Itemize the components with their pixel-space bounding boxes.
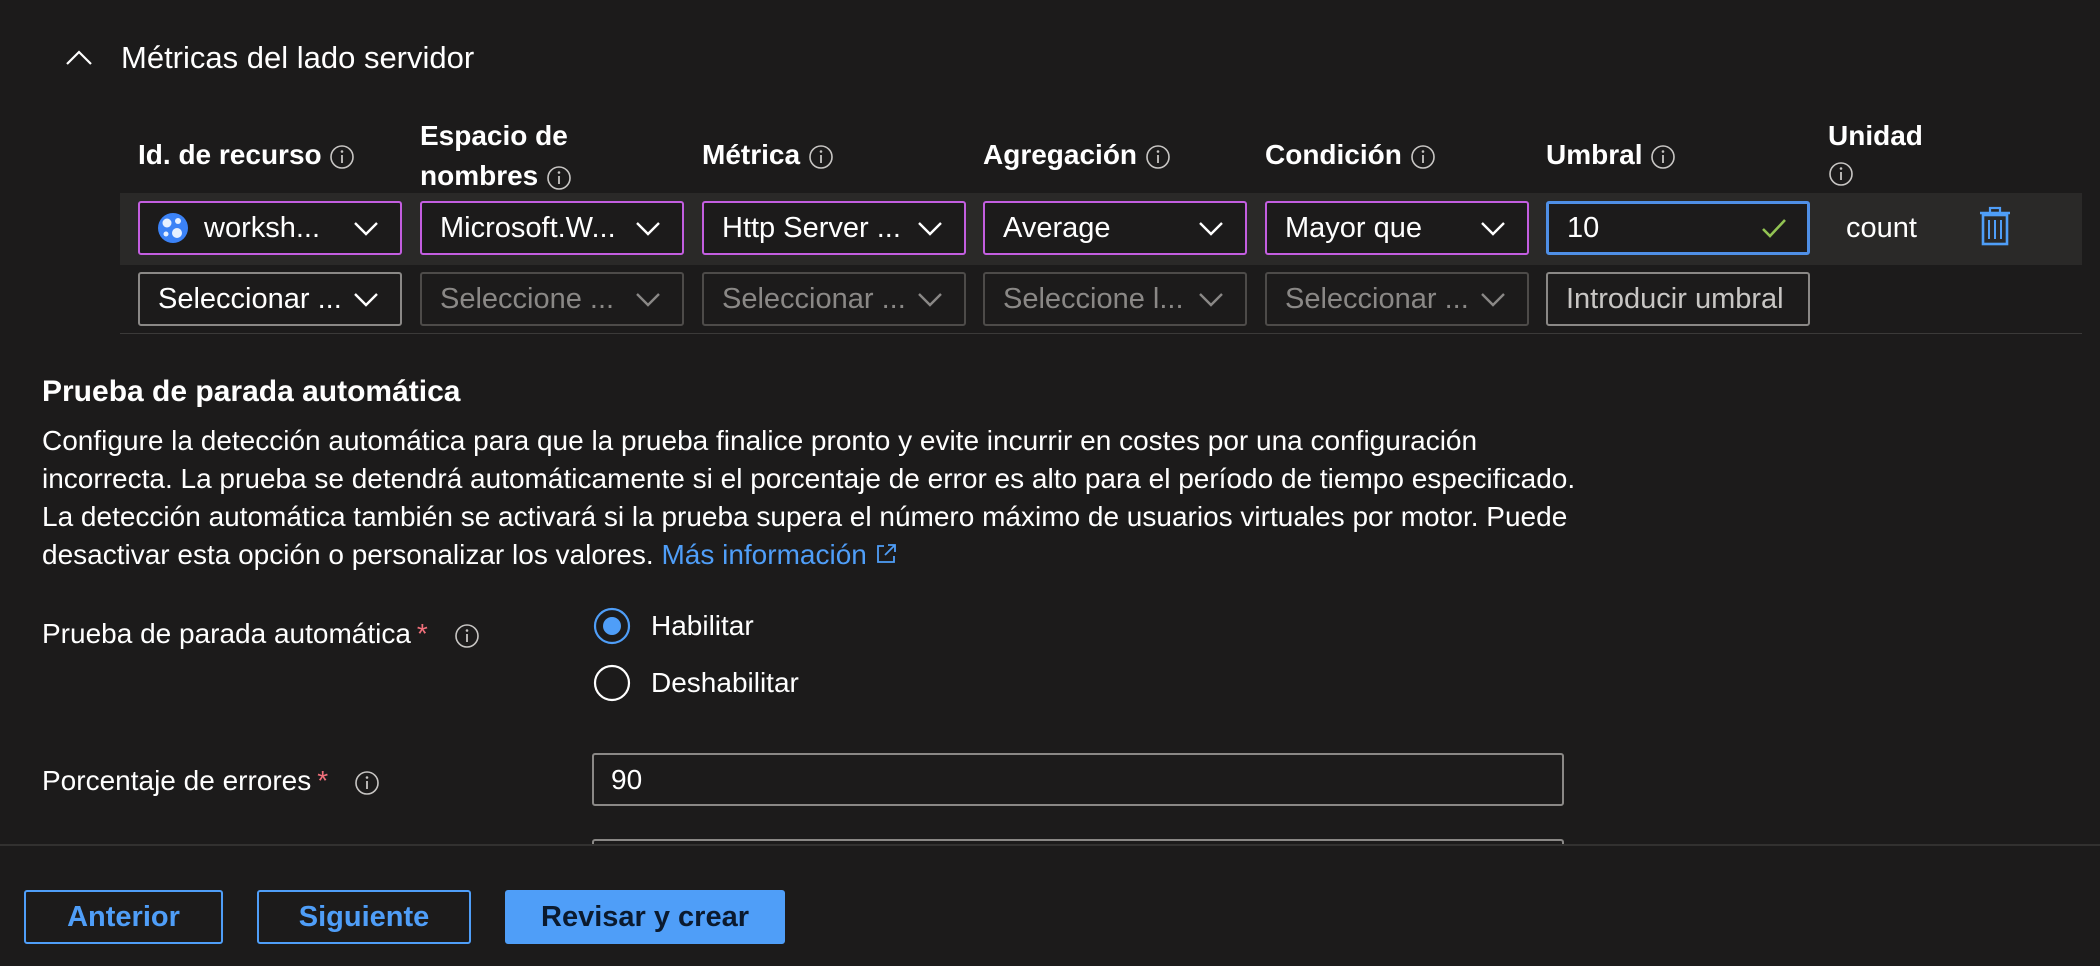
column-header-threshold: Umbral [1546, 135, 1676, 175]
condition-dropdown-empty[interactable]: Seleccionar ... [1265, 272, 1529, 326]
review-create-button[interactable]: Revisar y crear [505, 890, 785, 944]
column-header-metric: Métrica [702, 135, 834, 175]
aggregation-dropdown[interactable]: Average [983, 201, 1247, 255]
chevron-down-icon [1199, 293, 1223, 307]
column-header-unit: Unidad [1828, 116, 1923, 192]
error-percentage-label: Porcentaje de errores * [42, 761, 380, 801]
info-icon[interactable] [1145, 144, 1171, 170]
resource-dropdown[interactable]: worksh... [138, 201, 402, 255]
chevron-down-icon [918, 293, 942, 307]
resource-dropdown-empty[interactable]: Seleccionar ... [138, 272, 402, 326]
info-icon[interactable] [808, 144, 834, 170]
info-icon[interactable] [454, 623, 480, 649]
condition-dropdown[interactable]: Mayor que [1265, 201, 1529, 255]
column-header-condition: Condición [1265, 135, 1436, 175]
radio-option-enable[interactable]: Habilitar [593, 606, 754, 646]
chevron-up-icon [66, 50, 92, 65]
chevron-down-icon [1481, 222, 1505, 236]
chevron-down-icon [1481, 293, 1505, 307]
chevron-down-icon [918, 222, 942, 236]
info-icon[interactable] [1828, 161, 1854, 187]
section-title: Métricas del lado servidor [121, 40, 475, 75]
external-link-icon [876, 544, 896, 563]
required-asterisk: * [416, 618, 428, 649]
metric-dropdown-empty[interactable]: Seleccionar ... [702, 272, 966, 326]
column-header-namespace: Espacio de nombres [420, 116, 572, 196]
app-service-icon [158, 213, 188, 243]
learn-more-link[interactable]: Más información [661, 539, 898, 570]
metric-dropdown[interactable]: Http Server ... [702, 201, 966, 255]
info-icon[interactable] [1410, 144, 1436, 170]
aggregation-dropdown-empty[interactable]: Seleccione l... [983, 272, 1247, 326]
info-icon[interactable] [354, 770, 380, 796]
required-asterisk: * [317, 765, 329, 796]
namespace-dropdown-empty[interactable]: Seleccione ... [420, 272, 684, 326]
chevron-down-icon [636, 222, 660, 236]
threshold-input[interactable]: 10 [1546, 201, 1810, 255]
info-icon[interactable] [329, 144, 355, 170]
checkmark-icon [1762, 219, 1786, 238]
next-button[interactable]: Siguiente [257, 890, 471, 944]
chevron-down-icon [354, 222, 378, 236]
radio-unselected-icon[interactable] [593, 664, 631, 702]
column-header-aggregation: Agregación [983, 135, 1171, 175]
chevron-down-icon [1199, 222, 1223, 236]
unit-value: count [1846, 212, 1917, 244]
radio-selected-icon[interactable] [593, 607, 631, 645]
info-icon[interactable] [546, 165, 572, 191]
divider [120, 333, 2082, 334]
namespace-dropdown[interactable]: Microsoft.W... [420, 201, 684, 255]
info-icon[interactable] [1650, 144, 1676, 170]
delete-icon[interactable] [1978, 206, 2012, 246]
chevron-down-icon [354, 293, 378, 307]
autostop-description: Configure la detección automática para q… [42, 425, 1576, 570]
column-header-resource-id: Id. de recurso [138, 135, 355, 175]
chevron-down-icon [636, 293, 660, 307]
threshold-input-empty[interactable]: Introducir umbral [1546, 272, 1810, 326]
section-collapse-toggle[interactable] [64, 36, 94, 80]
autostop-field-label: Prueba de parada automática * [42, 614, 480, 654]
error-percentage-input[interactable]: 90 [592, 753, 1564, 806]
radio-option-disable[interactable]: Deshabilitar [593, 663, 799, 703]
autostop-heading: Prueba de parada automática [42, 375, 461, 408]
previous-button[interactable]: Anterior [24, 890, 223, 944]
